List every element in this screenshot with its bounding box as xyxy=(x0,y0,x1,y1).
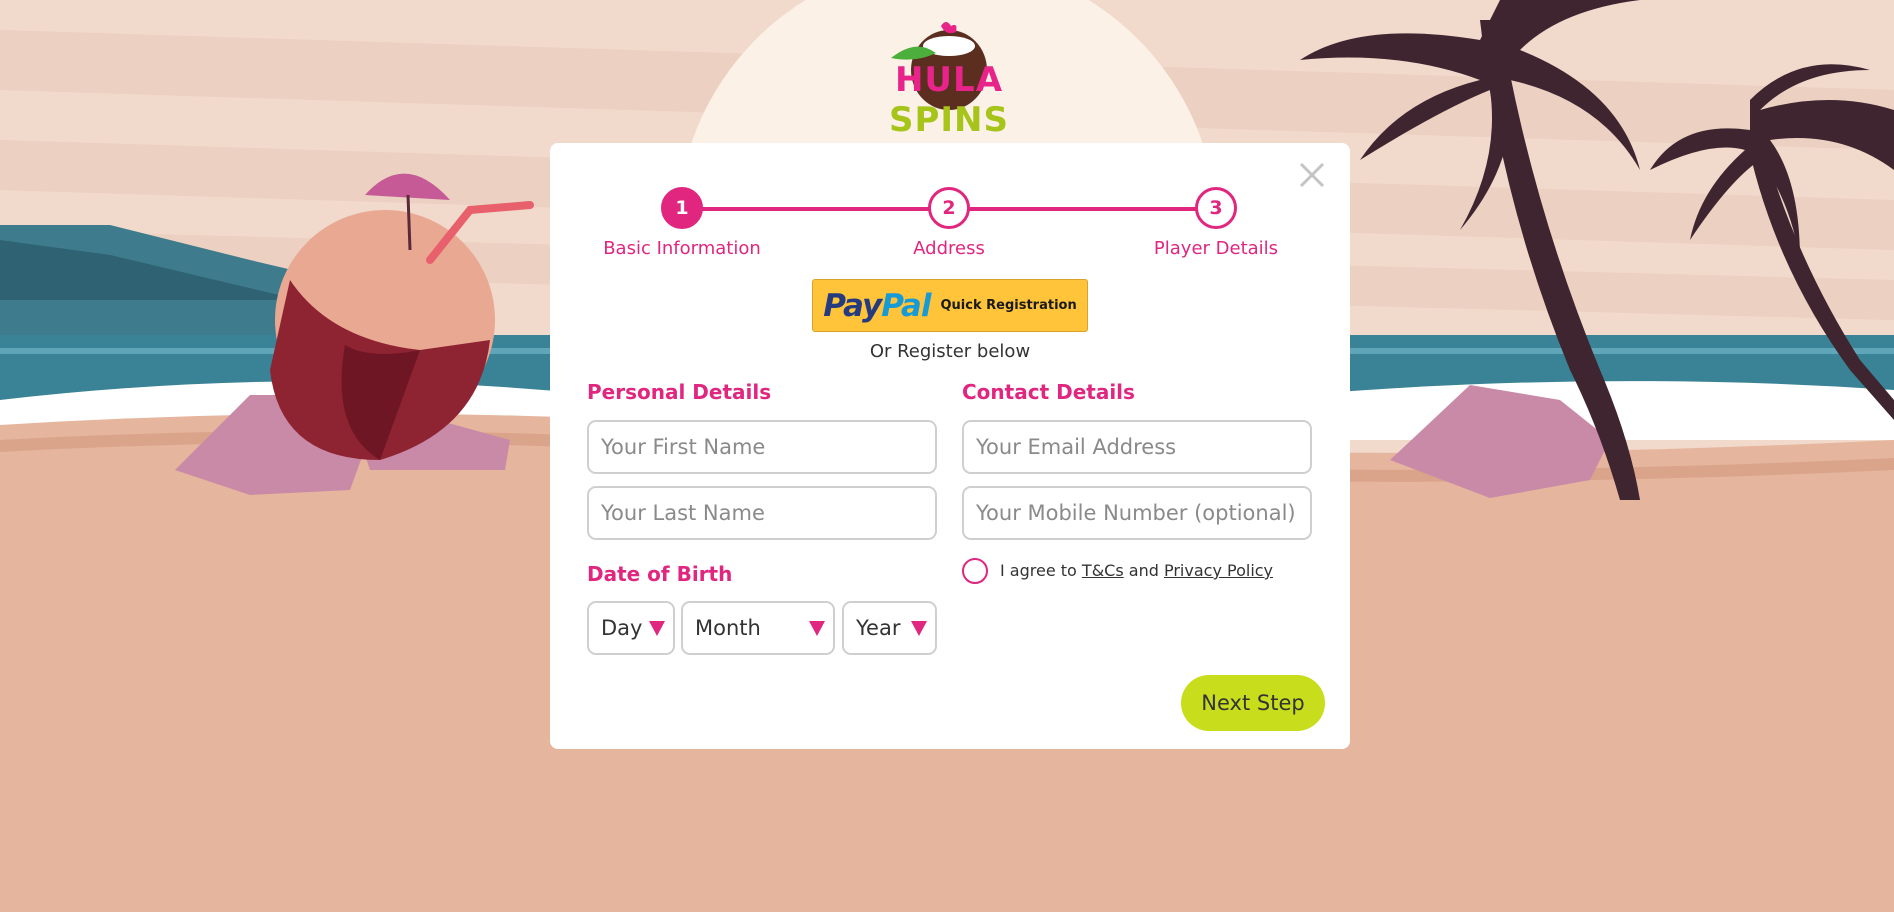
dob-month-select[interactable]: Month xyxy=(681,601,835,655)
paypal-button-label: Quick Registration xyxy=(940,298,1077,313)
step-2-circle: 2 xyxy=(928,187,970,229)
dob-year-select[interactable]: Year xyxy=(842,601,937,655)
last-name-input[interactable] xyxy=(587,486,937,540)
paypal-quick-registration-button[interactable]: PayPal Quick Registration xyxy=(812,279,1088,332)
dob-year-value: Year xyxy=(856,616,901,640)
paypal-logo-pay: Pay xyxy=(823,287,882,324)
first-name-input[interactable] xyxy=(587,420,937,474)
logo-wordmark: HULA SPINS xyxy=(846,60,1052,140)
chevron-down-icon xyxy=(649,621,665,636)
contact-details-title: Contact Details xyxy=(962,380,1135,404)
or-register-text: Or Register below xyxy=(869,341,1031,362)
email-input[interactable] xyxy=(962,420,1312,474)
paypal-logo-pal: Pal xyxy=(881,287,931,324)
paypal-logo: PayPal xyxy=(823,287,931,324)
agree-prefix: I agree to xyxy=(1000,561,1077,580)
dob-day-select[interactable]: Day xyxy=(587,601,675,655)
next-step-button[interactable]: Next Step xyxy=(1181,675,1325,731)
step-3-label: Player Details xyxy=(1153,238,1279,259)
step-3-circle: 3 xyxy=(1195,187,1237,229)
agree-terms-checkbox[interactable] xyxy=(962,558,988,584)
dob-month-value: Month xyxy=(695,616,761,640)
close-button[interactable] xyxy=(1296,159,1328,191)
registration-modal: 1 2 3 Basic Information Address Player D… xyxy=(550,143,1350,749)
agree-terms-text: I agree to T&Cs and Privacy Policy xyxy=(1000,561,1273,580)
privacy-policy-link[interactable]: Privacy Policy xyxy=(1164,561,1273,580)
logo-word-spins: SPINS xyxy=(889,100,1009,140)
chevron-down-icon xyxy=(809,621,825,636)
chevron-down-icon xyxy=(911,621,927,636)
step-2-label: Address xyxy=(913,238,985,259)
step-1-label: Basic Information xyxy=(603,238,761,259)
hula-spins-logo: HULA SPINS xyxy=(846,18,1052,140)
logo-word-hula: HULA xyxy=(894,60,1004,100)
step-1-circle: 1 xyxy=(661,187,703,229)
personal-details-title: Personal Details xyxy=(587,380,772,404)
dob-day-value: Day xyxy=(601,616,643,640)
mobile-input[interactable] xyxy=(962,486,1312,540)
close-icon xyxy=(1299,162,1325,188)
date-of-birth-title: Date of Birth xyxy=(587,562,733,586)
agree-conjunction: and xyxy=(1128,561,1159,580)
terms-link[interactable]: T&Cs xyxy=(1082,561,1124,580)
